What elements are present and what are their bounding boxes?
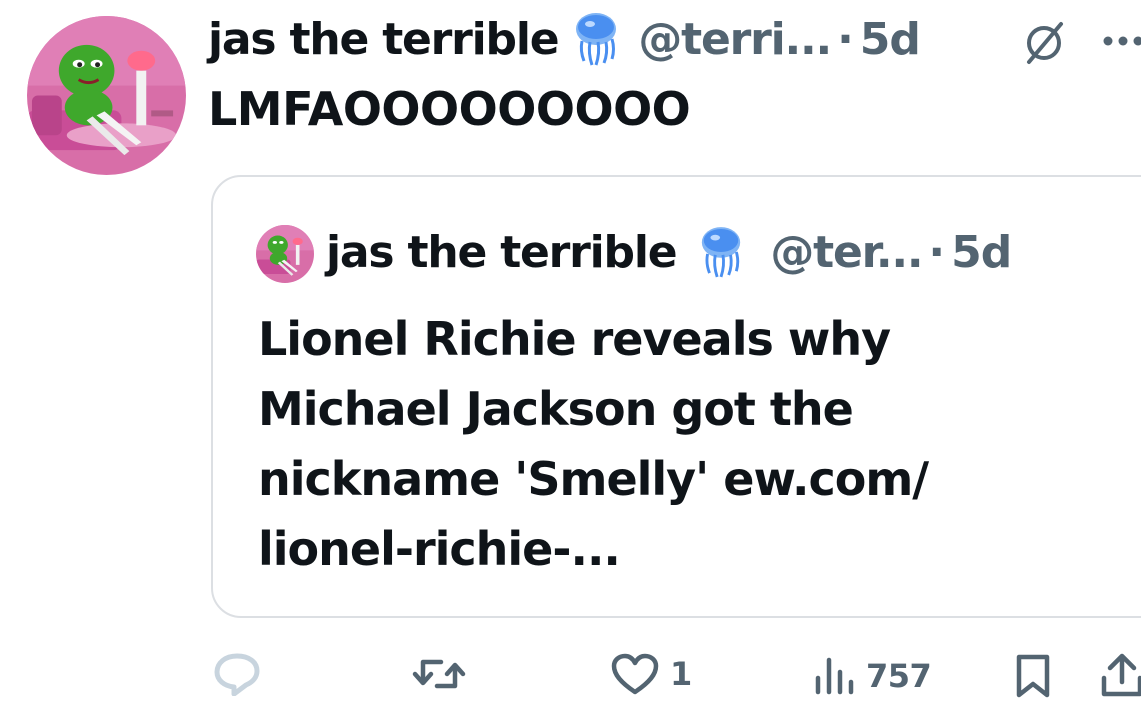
share-icon <box>1101 653 1141 697</box>
grok-icon[interactable] <box>1021 20 1067 66</box>
tweet: jas the terrible @terri... · 5d LMFAOOOO… <box>0 0 1141 715</box>
quoted-avatar-image <box>256 225 314 283</box>
separator-dot: · <box>928 226 946 278</box>
quoted-text-line: Michael Jackson got the <box>258 382 854 436</box>
like-count: 1 <box>670 655 692 693</box>
quoted-tweet-header: jas the terrible @ter... · 5d <box>326 222 1012 282</box>
tweet-header: jas the terrible @terri... · 5d <box>208 8 921 70</box>
author-display-name[interactable]: jas the terrible <box>208 14 560 65</box>
retweet-button[interactable] <box>411 652 477 696</box>
views-count: 757 <box>866 657 932 695</box>
more-options-icon[interactable] <box>1100 30 1141 52</box>
separator-dot: · <box>837 13 854 65</box>
bookmark-icon <box>1016 654 1050 698</box>
like-button[interactable]: 1 <box>610 652 692 696</box>
quoted-text-line-link[interactable]: lionel-richie-... <box>258 514 1018 584</box>
bookmark-button[interactable] <box>1013 653 1053 699</box>
quoted-tweet-timestamp[interactable]: 5d <box>951 227 1012 278</box>
author-handle[interactable]: @terri... <box>638 14 832 65</box>
quoted-text-line: Lionel Richie reveals why <box>258 312 891 366</box>
quoted-tweet-text: Lionel Richie reveals why Michael Jackso… <box>258 304 1018 584</box>
avatar-image <box>27 16 186 175</box>
views-button[interactable]: 757 <box>812 654 932 698</box>
reply-button[interactable] <box>212 652 272 696</box>
share-button[interactable] <box>1098 652 1141 698</box>
views-icon <box>815 657 854 695</box>
avatar[interactable] <box>27 16 186 175</box>
reply-icon <box>214 653 260 696</box>
tweet-text: LMFAOOOOOOOOO <box>208 82 691 136</box>
quoted-author-display-name[interactable]: jas the terrible <box>326 227 678 278</box>
retweet-icon <box>412 659 466 689</box>
heart-icon <box>611 653 659 695</box>
jellyfish-icon <box>698 225 744 279</box>
quoted-author-handle[interactable]: @ter... <box>770 227 923 278</box>
quoted-text-line: nickname 'Smelly' ew.com/ <box>258 452 929 506</box>
quoted-avatar[interactable] <box>256 225 314 283</box>
jellyfish-icon <box>572 11 620 67</box>
tweet-timestamp[interactable]: 5d <box>860 14 921 65</box>
